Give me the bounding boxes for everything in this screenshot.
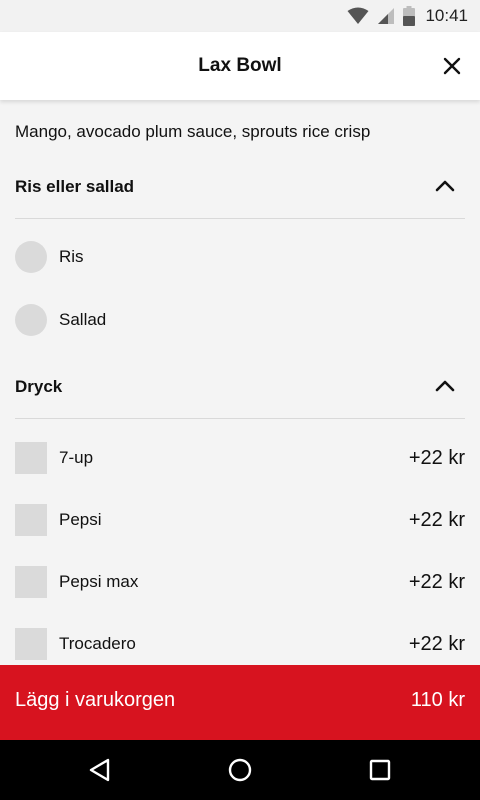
option-label: Trocadero <box>59 634 136 653</box>
checkbox-option-7-up[interactable]: 7-up +22 kr <box>15 441 465 475</box>
options-panel: Mango, avocado plum sauce, sprouts rice … <box>0 100 480 665</box>
checkbox-option-trocadero[interactable]: Trocadero +22 kr <box>15 627 465 661</box>
radio-button[interactable] <box>15 304 47 336</box>
home-icon[interactable] <box>224 754 256 786</box>
section-title: Dryck <box>15 377 63 396</box>
wifi-icon <box>347 7 369 24</box>
cart-total: 110 kr <box>410 689 465 711</box>
recents-icon[interactable] <box>364 754 396 786</box>
status-icons: 10:41 <box>347 4 468 28</box>
system-nav-bar <box>0 740 480 800</box>
option-price: +22 kr <box>408 633 465 655</box>
option-label: Pepsi <box>59 510 102 529</box>
checkbox[interactable] <box>15 628 47 660</box>
option-price: +22 kr <box>408 571 465 593</box>
signal-icon <box>378 8 395 24</box>
checkbox[interactable] <box>15 566 47 598</box>
section-title: Ris eller sallad <box>15 177 135 196</box>
close-icon[interactable] <box>440 54 464 78</box>
checkbox[interactable] <box>15 442 47 474</box>
section-header-ris-eller-sallad[interactable]: Ris eller sallad <box>15 172 465 202</box>
radio-option-ris[interactable]: Ris <box>15 240 465 274</box>
battery-icon <box>403 6 416 26</box>
chevron-up-icon <box>435 180 455 192</box>
divider <box>15 218 465 219</box>
option-label: 7-up <box>59 448 94 467</box>
divider <box>15 418 465 419</box>
checkbox[interactable] <box>15 504 47 536</box>
option-label: Pepsi max <box>59 572 139 591</box>
option-price: +22 kr <box>408 447 465 469</box>
radio-button[interactable] <box>15 241 47 273</box>
add-to-cart-label: Lägg i varukorgen <box>15 689 176 711</box>
checkbox-option-pepsi[interactable]: Pepsi +22 kr <box>15 503 465 537</box>
option-label: Sallad <box>59 310 107 329</box>
chevron-up-icon <box>435 380 455 392</box>
app-bar: Lax Bowl <box>0 32 480 100</box>
back-icon[interactable] <box>84 754 116 786</box>
radio-option-sallad[interactable]: Sallad <box>15 303 465 337</box>
option-label: Ris <box>59 247 84 266</box>
page-title: Lax Bowl <box>198 55 282 76</box>
status-time: 10:41 <box>425 6 468 25</box>
checkbox-option-pepsi-max[interactable]: Pepsi max +22 kr <box>15 565 465 599</box>
status-bar: 10:41 <box>0 0 480 32</box>
add-to-cart-button[interactable]: Lägg i varukorgen 110 kr <box>0 665 480 740</box>
item-description: Mango, avocado plum sauce, sprouts rice … <box>15 122 371 141</box>
section-header-dryck[interactable]: Dryck <box>15 372 465 402</box>
option-price: +22 kr <box>408 509 465 531</box>
